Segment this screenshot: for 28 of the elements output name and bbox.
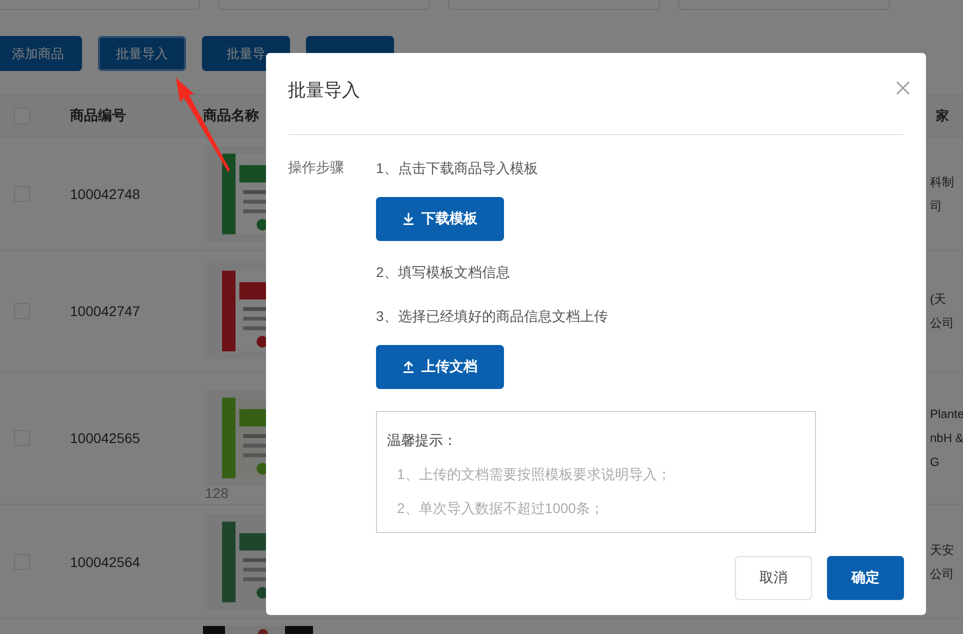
table-cell: 128	[205, 485, 228, 501]
table-cell: 100042565	[70, 430, 140, 446]
close-icon[interactable]	[896, 81, 910, 95]
table-cell-text: 天安 公司	[930, 542, 954, 582]
download-button[interactable]: 下载模板	[376, 197, 504, 241]
step-text: 1、点击下载商品导入模板	[376, 159, 538, 177]
column-header: 家	[936, 107, 949, 125]
dialog-title: 批量导入	[288, 79, 360, 102]
table-cell: 100042564	[70, 554, 140, 570]
step-text: 3、选择已经填好的商品信息文档上传	[376, 307, 608, 325]
toolbar-button[interactable]: 添加商品	[0, 36, 82, 71]
tips-title: 温馨提示：	[387, 432, 458, 450]
table-cell: 100042748	[70, 186, 140, 202]
table-cell-text: (天 公司	[930, 291, 954, 332]
upload-icon	[402, 361, 414, 373]
steps-label: 操作步骤	[288, 159, 345, 177]
toolbar-button[interactable]: 批量导入	[98, 36, 186, 71]
confirm-button[interactable]: 确定	[827, 556, 904, 600]
column-header: 商品名称	[203, 107, 259, 125]
table-cell-text: 科制 司	[930, 174, 954, 215]
upload-button[interactable]: 上传文档	[376, 345, 504, 389]
download-icon	[402, 213, 414, 225]
table-cell: 100042747	[70, 303, 140, 319]
column-header: 商品编号	[70, 107, 126, 125]
tip-text: 2、单次导入数据不超过1000条；	[396, 500, 605, 518]
step-text: 2、填写模板文档信息	[376, 263, 510, 281]
tip-text: 1、上传的文档需要按照模板要求说明导入；	[396, 466, 672, 484]
cancel-button[interactable]: 取消	[735, 556, 812, 600]
